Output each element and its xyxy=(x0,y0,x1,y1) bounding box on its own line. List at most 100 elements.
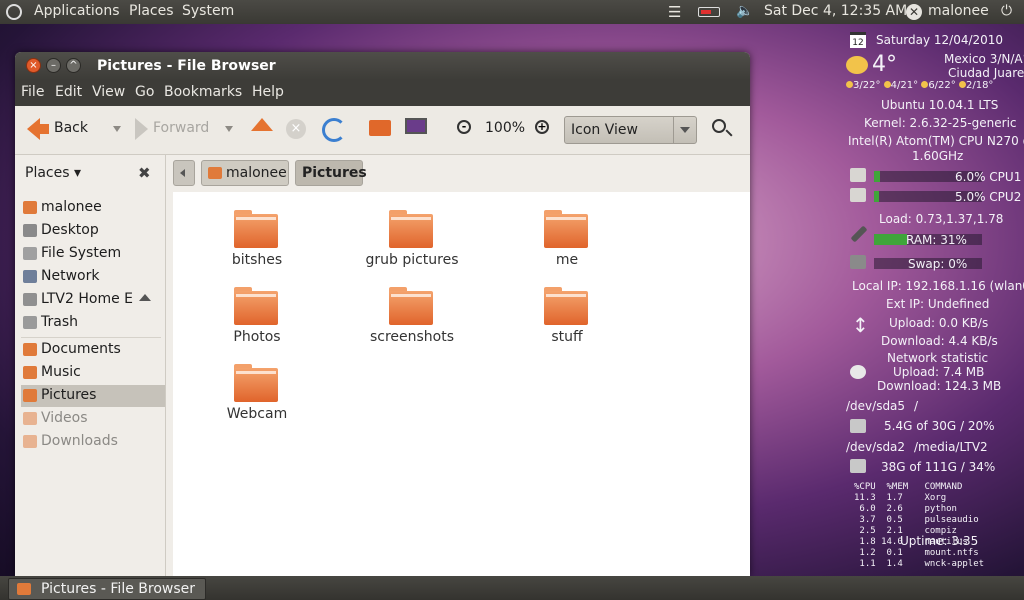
conky-cpu-model: Intel(R) Atom(TM) CPU N270 @ xyxy=(848,134,1024,148)
forward-arrow-icon[interactable] xyxy=(135,118,148,140)
process-row: 1.1 1.4 wnck-applet xyxy=(854,559,985,569)
search-icon[interactable] xyxy=(712,119,726,133)
drive-icon xyxy=(23,293,37,306)
file-item[interactable]: me xyxy=(502,210,622,280)
conky-disk2-usage: 38G of 111G / 34% xyxy=(881,460,996,474)
window-title: Pictures - File Browser xyxy=(97,58,276,74)
file-item[interactable]: Webcam xyxy=(192,364,312,434)
folder-icon xyxy=(23,389,37,402)
conky-cpu1: 6.0% CPU1 xyxy=(955,170,1022,184)
toolbar: Back Forward × - 100% + Icon View xyxy=(15,106,750,155)
maximize-icon[interactable]: ^ xyxy=(66,58,81,73)
process-row: 6.0 2.6 python xyxy=(854,504,957,514)
view-mode-label: Icon View xyxy=(571,122,638,138)
forward-button[interactable]: Forward xyxy=(153,120,209,136)
folder-icon xyxy=(23,343,37,356)
file-view[interactable]: bitshes grub pictures me Photos screensh… xyxy=(173,192,750,576)
folder-icon xyxy=(389,210,433,248)
zoom-level: 100% xyxy=(485,120,526,136)
title-bar[interactable]: × – ^ Pictures - File Browser xyxy=(15,52,750,80)
up-arrow-icon[interactable] xyxy=(251,118,273,131)
back-history-chevron-icon[interactable] xyxy=(113,126,121,132)
sidebar-item-network[interactable]: Network xyxy=(21,266,165,288)
places-header[interactable]: Places ▾ xyxy=(25,165,81,181)
menu-file[interactable]: File xyxy=(21,84,44,100)
session-icon[interactable]: ✕ xyxy=(906,4,922,20)
menu-view[interactable]: View xyxy=(92,84,125,100)
conky-forecast: 3/22° 4/21° 6/22° 2/18° xyxy=(846,80,993,91)
computer-icon[interactable] xyxy=(405,118,427,134)
calendar-icon: 12 xyxy=(850,32,866,48)
back-button[interactable]: Back xyxy=(54,120,88,136)
conky-disk1-usage: 5.4G of 30G / 20% xyxy=(884,419,995,433)
cpu-icon xyxy=(850,188,866,202)
file-item[interactable]: screenshots xyxy=(347,287,467,357)
close-icon[interactable]: × xyxy=(26,58,41,73)
chevron-down-icon[interactable] xyxy=(673,117,696,143)
file-item[interactable]: stuff xyxy=(502,287,622,357)
menu-help[interactable]: Help xyxy=(252,84,284,100)
weather-sun-icon xyxy=(846,56,868,74)
conky-disk1-mount: / xyxy=(914,399,919,413)
weather-sun-icon xyxy=(846,81,853,88)
file-item[interactable]: Photos xyxy=(192,287,312,357)
sidebar-item-ltv2[interactable]: LTV2 Home E xyxy=(21,289,165,311)
close-sidebar-icon[interactable]: ✖ xyxy=(138,164,151,182)
sidebar-item-desktop[interactable]: Desktop xyxy=(21,220,165,242)
menu-system[interactable]: System xyxy=(182,3,234,19)
sidebar-item-malonee[interactable]: malonee xyxy=(21,197,165,219)
breadcrumb-malonee[interactable]: malonee xyxy=(201,160,289,186)
conky-ext-ip: Ext IP: Undefined xyxy=(886,297,990,311)
file-item[interactable]: bitshes xyxy=(192,210,312,280)
menu-go[interactable]: Go xyxy=(135,84,154,100)
eject-icon[interactable] xyxy=(139,294,151,301)
conky-temp: 4° xyxy=(872,52,897,77)
conky-kernel: Kernel: 2.6.32-25-generic xyxy=(864,116,1017,130)
view-mode-select[interactable]: Icon View xyxy=(564,116,697,144)
disk-icon xyxy=(850,459,866,473)
zoom-in-icon[interactable]: + xyxy=(535,120,549,134)
wifi-icon[interactable]: ☰ xyxy=(668,3,681,21)
sidebar-item-trash[interactable]: Trash xyxy=(21,312,165,334)
ubuntu-logo-icon[interactable] xyxy=(6,4,22,20)
power-icon[interactable]: ⏻ xyxy=(1001,3,1012,19)
conky-disk2-mount: /media/LTV2 xyxy=(914,440,988,454)
conky-disk2-name: /dev/sda2 xyxy=(846,440,906,454)
conky-net-stat: Network statistic xyxy=(887,351,989,365)
zoom-out-icon[interactable]: - xyxy=(457,120,471,134)
sidebar-item-downloads[interactable]: Downloads xyxy=(21,431,165,453)
swap-icon xyxy=(850,255,866,269)
taskbar-window-button[interactable]: Pictures - File Browser xyxy=(8,578,206,600)
sidebar-item-music[interactable]: Music xyxy=(21,362,165,384)
minimize-icon[interactable]: – xyxy=(46,58,61,73)
breadcrumb-pictures[interactable]: Pictures xyxy=(295,160,367,186)
sidebar-item-file-system[interactable]: File System xyxy=(21,243,165,265)
stop-icon[interactable]: × xyxy=(286,119,306,139)
conky-local-ip: Local IP: 192.168.1.16 (wlan0) xyxy=(852,279,1024,293)
conky-disk1-name: /dev/sda5 xyxy=(846,399,906,413)
user-name[interactable]: malonee xyxy=(928,3,989,19)
menu-places[interactable]: Places xyxy=(129,3,174,19)
clock[interactable]: Sat Dec 4, 12:35 AM xyxy=(764,3,907,19)
volume-icon[interactable]: 🔈 xyxy=(736,3,753,19)
process-row: 11.3 1.7 Xorg xyxy=(854,493,947,503)
file-item[interactable]: grub pictures xyxy=(347,210,467,280)
up-down-arrow-icon: ↕ xyxy=(852,313,869,337)
sidebar-item-documents[interactable]: Documents xyxy=(21,339,165,361)
folder-icon xyxy=(544,210,588,248)
menu-edit[interactable]: Edit xyxy=(55,84,82,100)
menu-bookmarks[interactable]: Bookmarks xyxy=(164,84,242,100)
globe-icon xyxy=(850,365,866,379)
menu-applications[interactable]: Applications xyxy=(34,3,120,19)
conky-city: Ciudad Juarez xyxy=(948,66,1024,80)
cpu-icon xyxy=(850,168,866,182)
back-arrow-icon[interactable] xyxy=(27,118,49,140)
reload-icon[interactable] xyxy=(322,118,346,142)
battery-icon[interactable] xyxy=(698,7,720,17)
sidebar-item-pictures[interactable]: Pictures xyxy=(21,385,165,407)
forward-history-chevron-icon[interactable] xyxy=(225,126,233,132)
folder-icon xyxy=(544,287,588,325)
home-folder-icon[interactable] xyxy=(369,120,391,136)
breadcrumb-back-icon[interactable] xyxy=(173,160,195,186)
sidebar-item-videos[interactable]: Videos xyxy=(21,408,165,430)
